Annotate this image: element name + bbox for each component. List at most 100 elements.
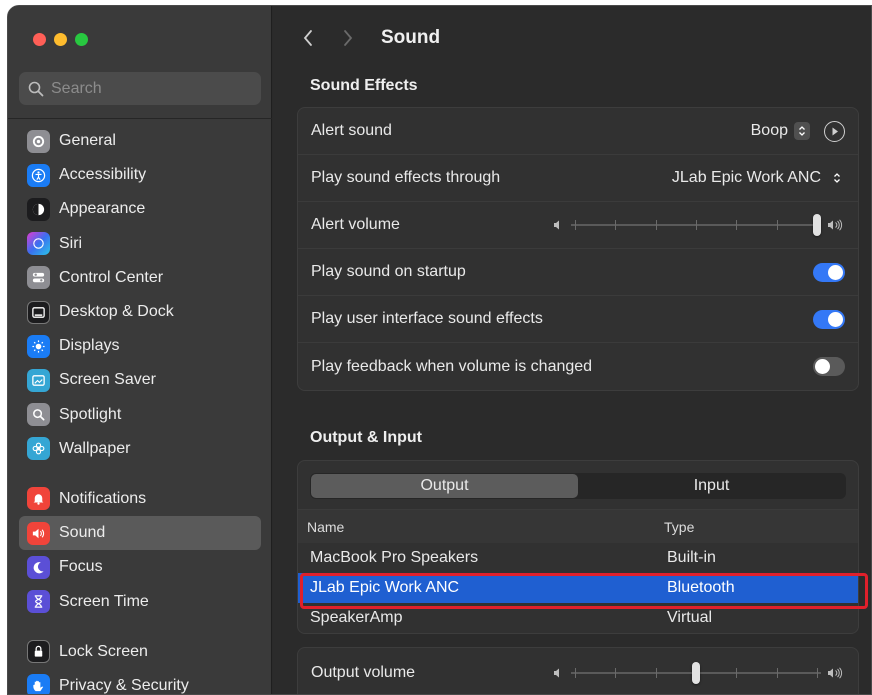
ui-effects-row: Play user interface sound effects: [298, 296, 858, 343]
slider-thumb[interactable]: [692, 662, 700, 684]
updown-chevron-icon: [829, 169, 845, 187]
sidebar-item-label: Screen Saver: [59, 371, 156, 389]
updown-chevron-icon: [794, 122, 810, 140]
sidebar-item-lock-screen[interactable]: Lock Screen: [19, 635, 261, 669]
alert-sound-popup[interactable]: Boop: [751, 122, 810, 140]
minimize-button[interactable]: [54, 33, 67, 46]
tab-input[interactable]: Input: [578, 474, 845, 498]
sidebar-item-screen-saver[interactable]: Screen Saver: [19, 363, 261, 397]
sidebar-item-screen-time[interactable]: Screen Time: [19, 584, 261, 618]
sidebar-item-label: Appearance: [59, 200, 146, 218]
slider-tick: [736, 220, 738, 230]
startup-sound-toggle[interactable]: [813, 262, 845, 282]
search-input[interactable]: [51, 79, 251, 98]
sidebar-item-label: Siri: [59, 234, 83, 252]
output-volume-label: Output volume: [311, 664, 416, 681]
sidebar-item-accessibility[interactable]: Accessibility: [19, 158, 261, 192]
device-type: Built-in: [667, 549, 716, 566]
slider-tick: [696, 220, 697, 230]
speaker-high-icon: [828, 667, 843, 679]
forward-button[interactable]: [333, 23, 363, 53]
chevron-right-icon: [344, 30, 353, 46]
sidebar-item-privacy-security[interactable]: Privacy & Security: [19, 669, 261, 694]
speaker-icon: [27, 521, 50, 545]
page-title: Sound: [381, 27, 441, 48]
flower-icon: [27, 437, 50, 461]
back-button[interactable]: [293, 23, 323, 53]
settings-window: General Accessibility Appearance Siri: [7, 5, 872, 695]
hourglass-icon: [27, 590, 50, 614]
sidebar-item-control-center[interactable]: Control Center: [19, 261, 261, 295]
device-type: Virtual: [667, 609, 713, 626]
magnifier-icon: [27, 403, 50, 427]
device-type: Bluetooth: [667, 579, 735, 596]
ui-effects-label: Play user interface sound effects: [311, 310, 543, 327]
sidebar-item-wallpaper[interactable]: Wallpaper: [19, 432, 261, 466]
zoom-button[interactable]: [75, 33, 88, 46]
control-center-icon: [27, 266, 50, 290]
table-row[interactable]: JLab Epic Work ANC Bluetooth: [298, 573, 858, 603]
table-row[interactable]: MacBook Pro Speakers Built-in: [298, 543, 858, 573]
device-table-header: Name Type: [298, 509, 858, 543]
alert-volume-label: Alert volume: [311, 216, 400, 233]
sun-icon: [27, 334, 50, 358]
slider-tick: [615, 668, 617, 678]
sidebar-item-label: Accessibility: [59, 166, 147, 184]
sidebar-item-sound[interactable]: Sound: [19, 516, 261, 551]
alert-volume-row: Alert volume: [298, 202, 858, 249]
sidebar-item-label: Screen Time: [59, 592, 149, 610]
toggle-knob: [828, 311, 843, 327]
sound-effects-group: Alert sound Boop Play sound effects thro…: [297, 107, 859, 391]
table-row[interactable]: SpeakerAmp Virtual: [298, 603, 858, 633]
slider-tick: [817, 668, 818, 678]
sidebar-item-desktop-dock[interactable]: Desktop & Dock: [19, 295, 261, 329]
sidebar-item-displays[interactable]: Displays: [19, 329, 261, 363]
sidebar-item-label: Spotlight: [59, 405, 122, 423]
column-header-name[interactable]: Name: [298, 519, 655, 535]
sidebar-item-appearance[interactable]: Appearance: [19, 192, 261, 226]
sidebar-item-label: Focus: [59, 558, 103, 576]
sidebar-item-label: Sound: [59, 524, 106, 542]
sidebar-item-general[interactable]: General: [19, 124, 261, 158]
slider-tick: [615, 220, 617, 230]
speaker-low-icon: [554, 668, 559, 678]
dock-icon: [27, 300, 50, 324]
tab-output[interactable]: Output: [311, 474, 578, 498]
sidebar-item-label: Privacy & Security: [59, 676, 189, 694]
alert-sound-label: Alert sound: [311, 122, 392, 139]
sidebar-item-label: Wallpaper: [59, 439, 131, 457]
close-button[interactable]: [33, 33, 46, 46]
sidebar-item-label: Notifications: [59, 489, 147, 507]
siri-icon: [27, 232, 50, 256]
sidebar-item-siri[interactable]: Siri: [19, 227, 261, 261]
play-through-row: Play sound effects through JLab Epic Wor…: [298, 155, 858, 202]
output-volume-slider[interactable]: [571, 662, 821, 684]
sidebar-item-focus[interactable]: Focus: [19, 550, 261, 584]
device-name: SpeakerAmp: [310, 609, 403, 626]
bell-icon: [27, 487, 50, 511]
window-controls: [33, 33, 88, 46]
play-alert-button[interactable]: [824, 120, 845, 142]
slider-tick: [736, 668, 738, 678]
speaker-high-icon: [828, 219, 843, 231]
column-header-type[interactable]: Type: [655, 519, 858, 535]
appearance-icon: [27, 197, 50, 221]
sidebar-item-label: Displays: [59, 337, 120, 355]
screensaver-icon: [27, 368, 50, 392]
sidebar-item-notifications[interactable]: Notifications: [19, 482, 261, 516]
main-pane: Sound Sound Effects Alert sound Boop Pla…: [273, 6, 871, 694]
moon-icon: [27, 555, 50, 579]
volume-feedback-toggle[interactable]: [813, 357, 845, 376]
output-input-heading: Output & Input: [310, 429, 422, 446]
alert-volume-slider[interactable]: [571, 214, 821, 236]
play-through-popup[interactable]: JLab Epic Work ANC: [672, 169, 845, 187]
search-field[interactable]: [19, 72, 261, 105]
device-name: MacBook Pro Speakers: [310, 549, 479, 566]
toolbar: Sound: [273, 6, 871, 70]
slider-thumb[interactable]: [813, 214, 821, 236]
alert-sound-value: Boop: [750, 122, 788, 139]
ui-effects-toggle[interactable]: [813, 309, 845, 329]
sidebar-item-spotlight[interactable]: Spotlight: [19, 398, 261, 432]
volume-feedback-label: Play feedback when volume is changed: [311, 357, 593, 375]
sidebar-list: General Accessibility Appearance Siri Co…: [19, 124, 261, 694]
